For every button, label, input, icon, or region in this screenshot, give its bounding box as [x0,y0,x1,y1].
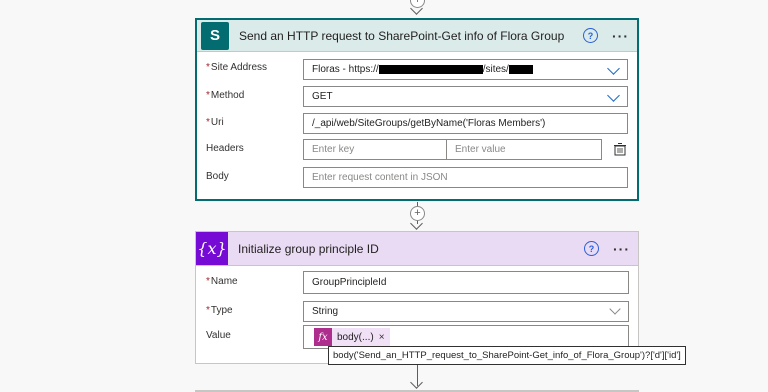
uri-input[interactable]: /_api/web/SiteGroups/getByName('Floras M… [303,113,628,134]
method-dropdown[interactable]: GET [303,86,628,107]
remove-token-icon[interactable]: × [379,332,390,343]
switch-to-text-mode-icon[interactable] [614,142,626,156]
site-address-label: *Site Address [206,62,267,73]
uri-label: *Uri [206,117,224,128]
action-title[interactable]: Initialize group principle ID [238,242,584,256]
flow-arrow [410,376,423,389]
site-address-dropdown[interactable]: Floras - https:// /sites/ [303,59,628,80]
variable-type-dropdown[interactable]: String [303,301,629,322]
token-label: body(...) [337,331,374,343]
header-key-input[interactable]: Enter key [303,139,447,160]
type-label: *Type [206,305,233,316]
required-mark: * [206,90,210,101]
site-address-value-prefix: Floras - https:// [312,64,379,75]
expression-tooltip: body('Send_an_HTTP_request_to_SharePoint… [328,346,686,365]
fx-icon: fx [314,328,332,346]
type-label-text: Type [210,305,233,316]
required-mark: * [206,276,210,287]
help-icon[interactable]: ? [584,241,599,256]
header-value-input[interactable]: Enter value [446,139,602,160]
sharepoint-icon: S [201,21,229,50]
method-label: *Method [206,90,244,101]
variable-name-input[interactable]: GroupPrincipleId [303,271,629,294]
required-mark: * [206,62,210,73]
variable-icon: {x} [196,232,228,265]
name-label: *Name [206,276,238,287]
required-mark: * [206,117,210,128]
method-value: GET [312,91,333,102]
uri-label-text: Uri [210,117,224,128]
chevron-down-icon[interactable] [607,62,620,75]
action-header[interactable]: S Send an HTTP request to SharePoint-Get… [197,20,637,52]
method-label-text: Method [210,90,245,101]
required-mark: * [206,305,210,316]
redacted-text [378,64,483,74]
headers-label: Headers [206,143,244,154]
body-input[interactable]: Enter request content in JSON [303,167,628,188]
site-address-label-text: Site Address [210,62,268,73]
name-label-text: Name [210,276,238,287]
chevron-down-icon[interactable] [609,303,621,315]
chevron-down-icon[interactable] [607,89,620,102]
action-header[interactable]: {x} Initialize group principle ID ? ··· [196,232,638,266]
redacted-text [508,64,533,74]
more-options-icon[interactable]: ··· [612,29,629,43]
help-icon[interactable]: ? [583,28,598,43]
expression-token[interactable]: fx body(...) × [314,328,390,346]
value-label: Value [206,330,231,341]
more-options-icon[interactable]: ··· [613,242,630,256]
site-address-value-mid: /sites/ [482,64,509,75]
action-title[interactable]: Send an HTTP request to SharePoint-Get i… [239,29,583,43]
body-label: Body [206,171,229,182]
type-value: String [312,306,339,317]
